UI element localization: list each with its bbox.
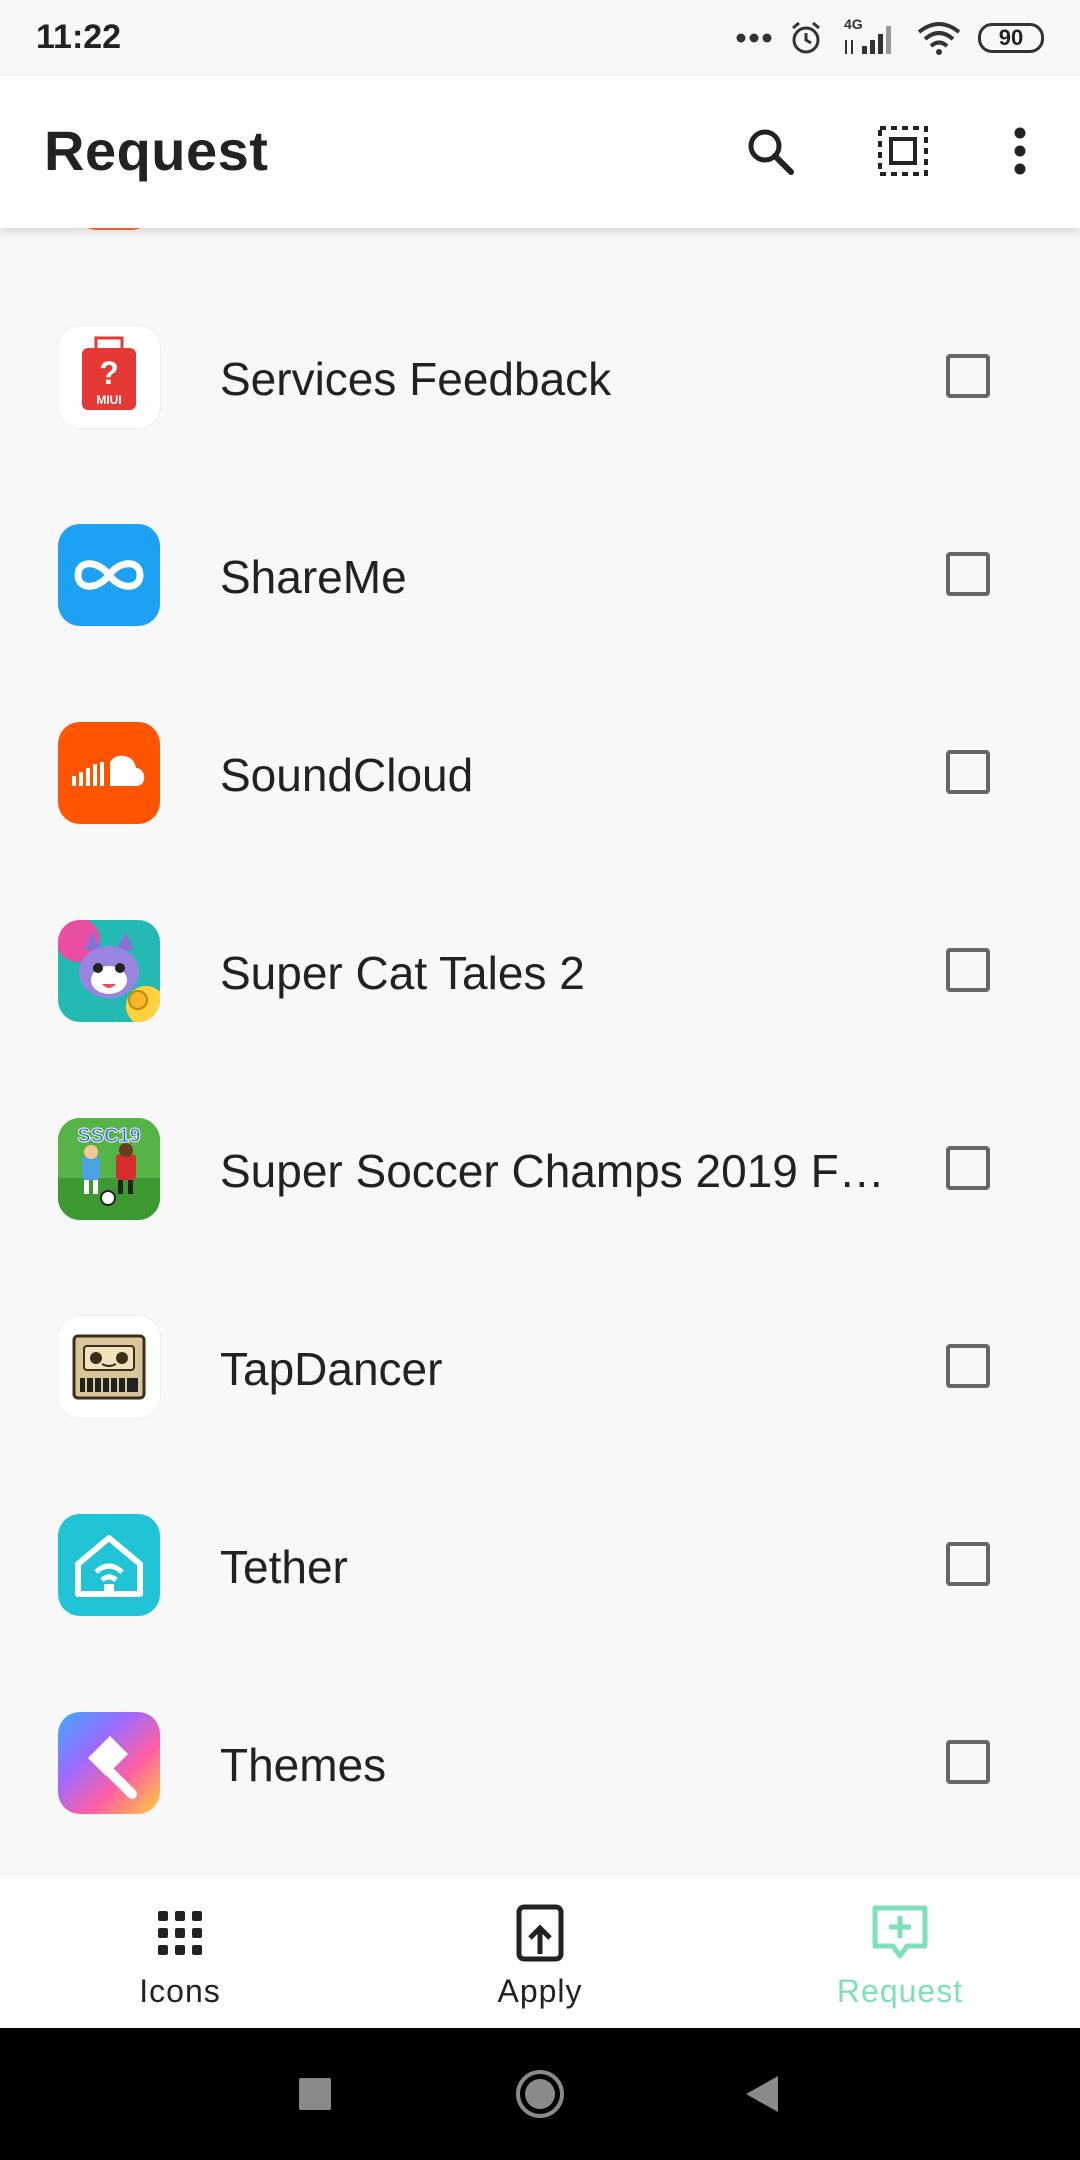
page-title: Request xyxy=(44,119,269,182)
app-request-list[interactable]: ? MIUI Services Feedback ShareMe SoundCl… xyxy=(0,228,1080,1874)
add-comment-icon xyxy=(870,1903,930,1963)
status-time: 11:22 xyxy=(36,18,122,56)
request-checkbox[interactable] xyxy=(946,552,990,596)
search-icon xyxy=(748,129,794,175)
search-button[interactable] xyxy=(740,121,800,181)
grid-icon xyxy=(150,1903,210,1963)
request-checkbox[interactable] xyxy=(946,1542,990,1586)
themes-icon xyxy=(58,1712,160,1814)
partial-app-icon xyxy=(78,228,150,230)
list-item[interactable]: Tether xyxy=(0,1466,1080,1664)
square-icon xyxy=(299,2078,331,2110)
list-item[interactable]: Themes xyxy=(0,1664,1080,1862)
request-checkbox[interactable] xyxy=(946,750,990,794)
nav-icons[interactable]: Icons xyxy=(0,1875,360,2029)
app-name: Themes xyxy=(220,1739,387,1791)
more-vert-icon xyxy=(1014,127,1026,175)
recents-button[interactable] xyxy=(285,2064,345,2124)
svg-text:?: ? xyxy=(99,355,119,391)
tapdancer-icon xyxy=(58,1316,160,1418)
wifi-icon xyxy=(917,22,961,55)
list-item[interactable]: TapDancer xyxy=(0,1268,1080,1466)
app-name: TapDancer xyxy=(220,1343,443,1395)
nav-apply[interactable]: Apply xyxy=(360,1875,720,2029)
soundcloud-icon xyxy=(58,722,160,824)
alarm-icon xyxy=(792,21,820,54)
list-item[interactable]: Super Cat Tales 2 xyxy=(0,872,1080,1070)
request-checkbox[interactable] xyxy=(946,1146,990,1190)
nav-label: Apply xyxy=(497,1973,583,2009)
request-checkbox[interactable] xyxy=(946,1740,990,1784)
more-dots-icon xyxy=(736,33,772,43)
battery-indicator: 90 xyxy=(978,23,1044,53)
bottom-navigation: Icons Apply Request xyxy=(0,1874,1080,2029)
miui-icon-label: MIUI xyxy=(96,393,121,407)
select-all-icon xyxy=(878,126,928,176)
app-name: Super Cat Tales 2 xyxy=(220,947,585,999)
shareme-icon xyxy=(58,524,160,626)
system-navigation-bar xyxy=(0,2028,1080,2160)
list-item[interactable]: SoundCloud xyxy=(0,674,1080,872)
app-name: Super Soccer Champs 2019 FR… xyxy=(220,1145,900,1197)
app-name: SoundCloud xyxy=(220,749,474,801)
app-name: Tether xyxy=(220,1541,348,1593)
home-button[interactable] xyxy=(510,2064,570,2124)
miui-feedback-icon: ? MIUI xyxy=(58,326,160,428)
circle-icon xyxy=(516,2070,564,2118)
request-checkbox[interactable] xyxy=(946,948,990,992)
nav-label: Icons xyxy=(139,1973,221,2009)
cell-signal-icon: 4G xyxy=(840,16,900,58)
status-bar: 11:22 4G 90 xyxy=(0,0,1080,76)
app-name: ShareMe xyxy=(220,551,407,603)
super-soccer-champs-icon: SSC19 xyxy=(58,1118,160,1220)
super-cat-tales-icon xyxy=(58,920,160,1022)
ssc-icon-label: SSC19 xyxy=(77,1125,140,1147)
list-item[interactable]: SSC19 Super Soccer Champs 2019 FR… xyxy=(0,1070,1080,1268)
more-options-button[interactable] xyxy=(990,121,1050,181)
nav-label: Request xyxy=(836,1973,964,2009)
status-icons: 4G 90 xyxy=(736,14,1044,62)
list-item[interactable]: ShareMe xyxy=(0,476,1080,674)
list-item[interactable]: ? MIUI Services Feedback xyxy=(0,278,1080,476)
app-bar: Request xyxy=(0,76,1080,228)
request-checkbox[interactable] xyxy=(946,1344,990,1388)
back-button[interactable] xyxy=(732,2064,792,2124)
apply-phone-icon xyxy=(510,1903,570,1963)
tether-icon xyxy=(58,1514,160,1616)
triangle-back-icon xyxy=(746,2076,778,2112)
request-checkbox[interactable] xyxy=(946,354,990,398)
nav-request[interactable]: Request xyxy=(720,1875,1080,2029)
app-name: Services Feedback xyxy=(220,353,612,405)
select-all-button[interactable] xyxy=(873,121,933,181)
